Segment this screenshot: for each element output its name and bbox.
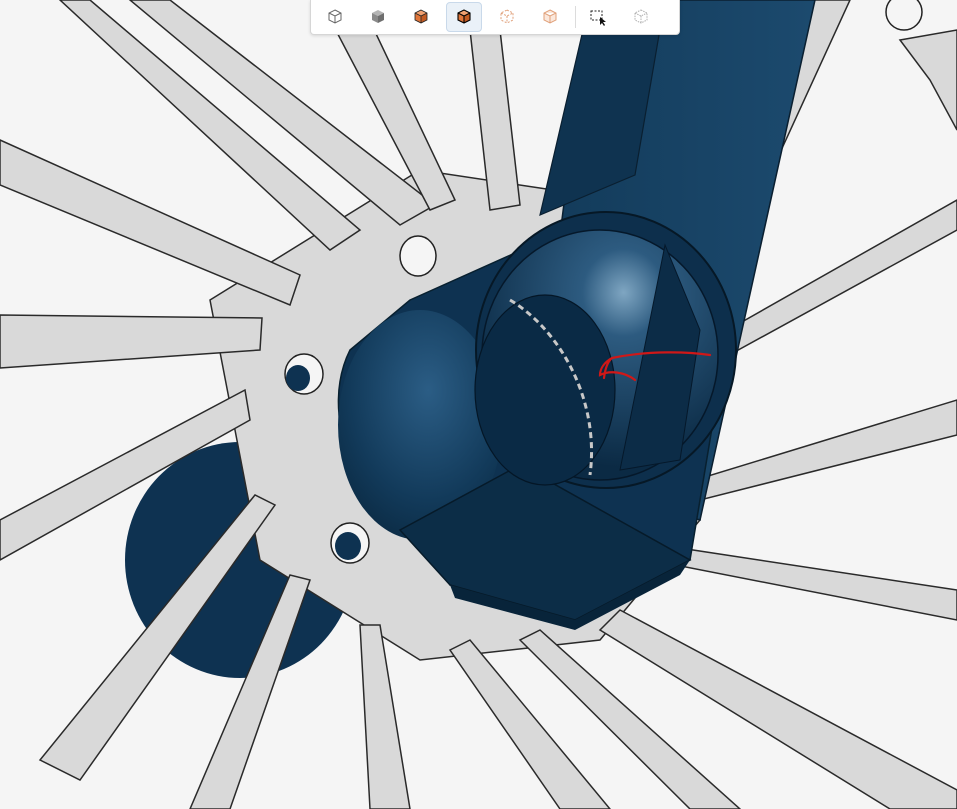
- view-mode-toolbar: [310, 0, 680, 35]
- view-shaded-button[interactable]: [360, 2, 396, 32]
- hidden-lines-cube-icon: [500, 9, 514, 24]
- translucent-cube-icon: [543, 9, 557, 24]
- section-view-button[interactable]: [623, 2, 659, 32]
- box-select-button[interactable]: [580, 2, 616, 32]
- view-translucent-button[interactable]: [532, 2, 568, 32]
- view-wireframe-button[interactable]: [317, 2, 353, 32]
- view-shaded-edges-button[interactable]: [403, 2, 439, 32]
- section-view-icon: [634, 9, 648, 24]
- bore-floor: [474, 294, 616, 486]
- wireframe-cube-icon: [328, 9, 342, 24]
- shaded-cube-icon: [372, 10, 384, 23]
- box-select-icon: [590, 10, 606, 26]
- view-shaded-visible-edges-button[interactable]: [446, 2, 482, 32]
- hole-shadow: [286, 365, 310, 391]
- shaded-visible-edges-cube-icon: [457, 9, 471, 24]
- hole-shadow: [335, 532, 361, 560]
- 3d-viewport[interactable]: [0, 0, 957, 809]
- view-hidden-lines-button[interactable]: [489, 2, 525, 32]
- shaded-edges-cube-icon: [414, 9, 428, 24]
- toolbar-separator: [575, 6, 576, 28]
